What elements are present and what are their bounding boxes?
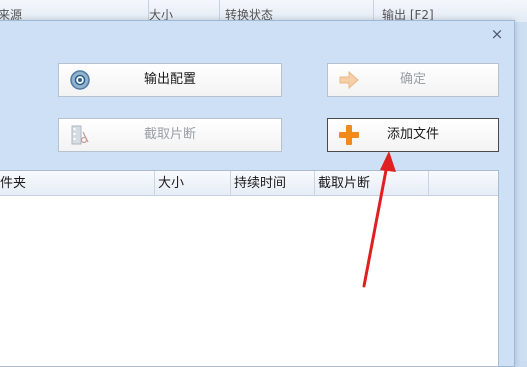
close-icon[interactable]: × (490, 27, 504, 42)
add-file-label: 添加文件 (386, 127, 439, 142)
bg-col-source[interactable]: 来源 (0, 0, 149, 22)
file-list-header: 件夹 大小 持续时间 截取片断 (0, 171, 498, 196)
bg-col-size[interactable]: 大小 (145, 0, 220, 22)
bg-col-output[interactable]: 输出 [F2] (378, 0, 527, 22)
col-size[interactable]: 大小 (155, 171, 231, 195)
confirm-label: 确定 (399, 72, 426, 87)
clip-label: 截取片断 (143, 127, 196, 142)
add-file-button[interactable]: 添加文件 (327, 118, 499, 152)
file-list[interactable]: 件夹 大小 持续时间 截取片断 (0, 170, 499, 367)
col-clip[interactable]: 截取片断 (315, 171, 429, 195)
bg-col-status[interactable]: 转换状态 (221, 0, 374, 22)
clip-button[interactable]: 截取片断 (58, 118, 282, 152)
output-config-label: 输出配置 (143, 72, 196, 87)
col-extra[interactable] (429, 171, 496, 195)
col-folder[interactable]: 件夹 (0, 171, 155, 195)
col-duration[interactable]: 持续时间 (231, 171, 315, 195)
confirm-button[interactable]: 确定 (327, 63, 499, 97)
output-config-button[interactable]: 输出配置 (58, 63, 282, 97)
